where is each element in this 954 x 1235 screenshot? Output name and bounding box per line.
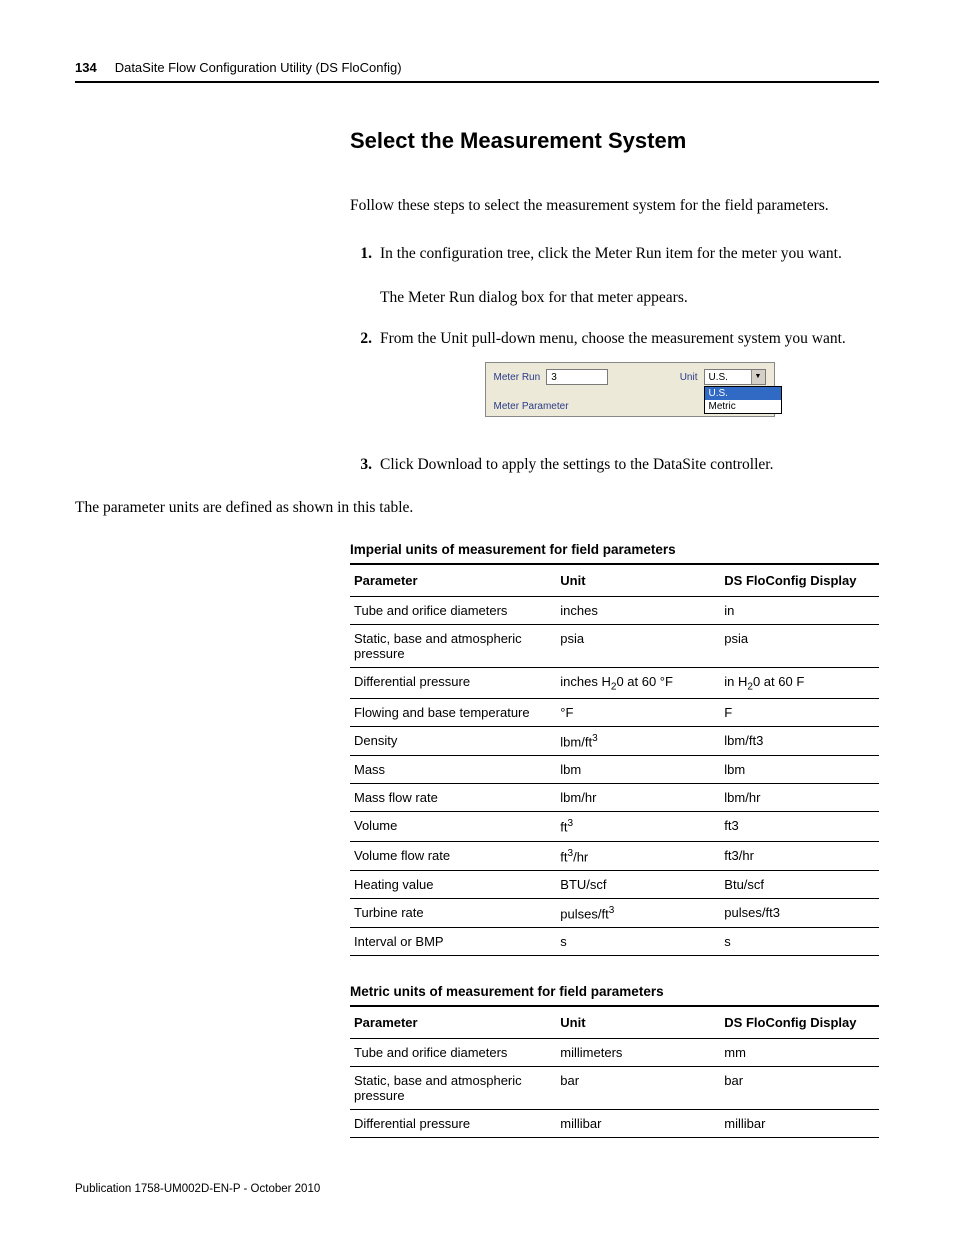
table-cell: psia [556, 624, 720, 667]
table-cell: Differential pressure [350, 1110, 556, 1138]
step-text: From the Unit pull-down menu, choose the… [380, 330, 846, 347]
metric-units-table: Parameter Unit DS FloConfig Display Tube… [350, 1005, 879, 1138]
section-heading: Select the Measurement System [350, 128, 879, 154]
table-row: Turbine ratepulses/ft3pulses/ft3 [350, 899, 879, 928]
table-cell: lbm/ft3 [720, 727, 879, 756]
table-cell: °F [556, 699, 720, 727]
table-cell: Tube and orifice diameters [350, 1039, 556, 1067]
table-cell: millibar [720, 1110, 879, 1138]
col-parameter: Parameter [350, 1006, 556, 1039]
page-number: 134 [75, 60, 97, 75]
table-cell: pulses/ft3 [720, 899, 879, 928]
col-unit: Unit [556, 1006, 720, 1039]
col-display: DS FloConfig Display [720, 564, 879, 597]
after-steps-paragraph: The parameter units are defined as shown… [75, 496, 879, 519]
page-header: 134 DataSite Flow Configuration Utility … [75, 60, 879, 83]
table-cell: Mass flow rate [350, 784, 556, 812]
table-cell: F [720, 699, 879, 727]
table-row: Heating valueBTU/scfBtu/scf [350, 871, 879, 899]
unit-dropdown[interactable]: U.S. ▼ U.S. Metric [704, 369, 766, 385]
meter-parameter-label: Meter Parameter [494, 401, 569, 412]
table-cell: Heating value [350, 871, 556, 899]
step-text: In the configuration tree, click the Met… [380, 245, 842, 262]
intro-paragraph: Follow these steps to select the measure… [350, 194, 879, 217]
steps-list: 1. In the configuration tree, click the … [350, 242, 879, 476]
table-cell: lbm/hr [556, 784, 720, 812]
table-row: Tube and orifice diametersinchesin [350, 596, 879, 624]
table-cell: Interval or BMP [350, 928, 556, 956]
table-cell: Differential pressure [350, 667, 556, 699]
step-3: 3. Click Download to apply the settings … [350, 453, 879, 476]
table-cell: Tube and orifice diameters [350, 596, 556, 624]
unit-label: Unit [680, 370, 698, 385]
table-cell: s [556, 928, 720, 956]
table-cell: millimeters [556, 1039, 720, 1067]
step-1: 1. In the configuration tree, click the … [350, 242, 879, 309]
col-parameter: Parameter [350, 564, 556, 597]
table-cell: Mass [350, 756, 556, 784]
table-cell: ft3/hr [720, 841, 879, 870]
table-cell: ft3 [720, 812, 879, 841]
table-row: Differential pressuremillibarmillibar [350, 1110, 879, 1138]
dialog-screenshot: Meter Run 3 Unit U.S. ▼ U.S. Metric [485, 362, 775, 417]
step-2: 2. From the Unit pull-down menu, choose … [350, 327, 879, 435]
table-cell: inches H20 at 60 °F [556, 667, 720, 699]
meter-run-field[interactable]: 3 [546, 369, 608, 385]
step-number: 1. [350, 242, 372, 309]
table-cell: Density [350, 727, 556, 756]
table-cell: lbm [556, 756, 720, 784]
table-cell: inches [556, 596, 720, 624]
step-number: 2. [350, 327, 372, 435]
table-cell: mm [720, 1039, 879, 1067]
table-cell: bar [556, 1067, 720, 1110]
table-row: Interval or BMPss [350, 928, 879, 956]
meter-run-label: Meter Run [494, 370, 541, 385]
table-row: Volume flow rateft3/hrft3/hr [350, 841, 879, 870]
table-cell: Btu/scf [720, 871, 879, 899]
table-cell: millibar [556, 1110, 720, 1138]
table-cell: Volume flow rate [350, 841, 556, 870]
chevron-down-icon: ▼ [751, 370, 765, 384]
table-caption-metric: Metric units of measurement for field pa… [350, 984, 879, 999]
table-cell: psia [720, 624, 879, 667]
table-cell: Static, base and atmospheric pressure [350, 1067, 556, 1110]
col-display: DS FloConfig Display [720, 1006, 879, 1039]
table-cell: Turbine rate [350, 899, 556, 928]
table-cell: pulses/ft3 [556, 899, 720, 928]
table-cell: in [720, 596, 879, 624]
table-cell: Flowing and base temperature [350, 699, 556, 727]
table-cell: ft3 [556, 812, 720, 841]
table-row: Static, base and atmospheric pressurebar… [350, 1067, 879, 1110]
col-unit: Unit [556, 564, 720, 597]
table-row: Masslbmlbm [350, 756, 879, 784]
table-row: Differential pressureinches H20 at 60 °F… [350, 667, 879, 699]
table-cell: s [720, 928, 879, 956]
table-cell: Volume [350, 812, 556, 841]
step-subtext: The Meter Run dialog box for that meter … [380, 286, 879, 309]
doc-title: DataSite Flow Configuration Utility (DS … [115, 60, 402, 75]
step-number: 3. [350, 453, 372, 476]
table-row: Static, base and atmospheric pressurepsi… [350, 624, 879, 667]
table-row: Tube and orifice diametersmillimetersmm [350, 1039, 879, 1067]
imperial-units-table: Parameter Unit DS FloConfig Display Tube… [350, 563, 879, 957]
table-cell: bar [720, 1067, 879, 1110]
table-cell: in H20 at 60 F [720, 667, 879, 699]
publication-footer: Publication 1758-UM002D-EN-P - October 2… [75, 1183, 320, 1195]
table-row: Densitylbm/ft3lbm/ft3 [350, 727, 879, 756]
table-cell: lbm/hr [720, 784, 879, 812]
table-cell: BTU/scf [556, 871, 720, 899]
table-caption-imperial: Imperial units of measurement for field … [350, 542, 879, 557]
table-row: Flowing and base temperature°FF [350, 699, 879, 727]
step-text: Click Download to apply the settings to … [380, 456, 773, 473]
table-row: Mass flow ratelbm/hrlbm/hr [350, 784, 879, 812]
table-cell: ft3/hr [556, 841, 720, 870]
table-cell: lbm/ft3 [556, 727, 720, 756]
table-cell: lbm [720, 756, 879, 784]
table-row: Volumeft3ft3 [350, 812, 879, 841]
table-cell: Static, base and atmospheric pressure [350, 624, 556, 667]
